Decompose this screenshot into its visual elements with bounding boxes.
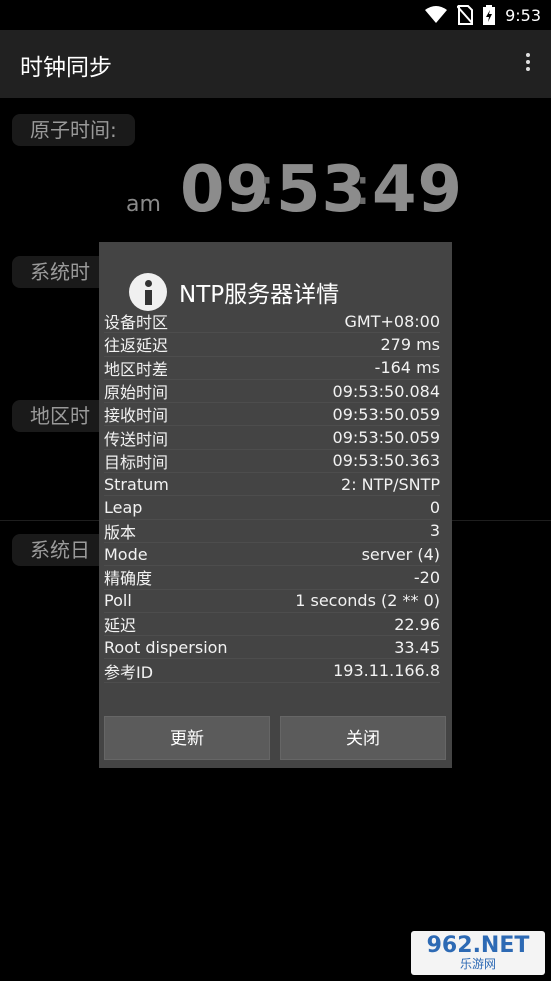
detail-label: 延迟: [104, 616, 137, 636]
status-bar: 9:53: [0, 0, 551, 30]
detail-value: 09:53:50.084: [332, 381, 440, 401]
detail-label: 往返延迟: [104, 336, 169, 356]
detail-value: 2: NTP/SNTP: [341, 474, 440, 494]
detail-row: 设备时区 GMT+08:00: [104, 310, 441, 334]
detail-row: 地区时差 -164 ms: [104, 357, 440, 380]
detail-value: 1 seconds (2 ** 0): [295, 591, 440, 611]
detail-row: 精确度 -20: [104, 566, 440, 590]
no-sim-icon: [457, 5, 474, 25]
region-time-label: 地区时: [12, 400, 108, 432]
detail-label: 设备时区: [104, 313, 169, 333]
detail-row: Leap 0: [104, 496, 440, 520]
clock-ampm: am: [126, 192, 161, 217]
system-time-label: 系统时: [12, 256, 108, 288]
ntp-details-dialog: NTP服务器详情 设备时区 GMT+08:00 往返延迟 279 ms 地区时差 -164…: [99, 242, 452, 768]
detail-row: Poll 1 seconds (2 ** 0): [104, 590, 440, 613]
detail-row: Stratum 2: NTP/SNTP: [104, 473, 440, 497]
detail-row: 参考ID 193.11.166.8: [104, 659, 440, 683]
detail-value: 0: [429, 498, 440, 518]
watermark-sub: 乐游网: [459, 957, 496, 971]
detail-row: Mode server (4): [104, 543, 440, 567]
detail-label: Mode: [104, 544, 148, 564]
detail-value: 09:53:50.059: [332, 404, 440, 424]
detail-label: Poll: [104, 591, 132, 611]
info-icon: [129, 273, 167, 311]
status-icons: 9:53: [425, 4, 541, 26]
detail-row: 传送时间 09:53:50.059: [104, 426, 440, 450]
detail-row: 接收时间 09:53:50.059: [104, 403, 440, 427]
detail-label: 传送时间: [104, 429, 169, 449]
update-button[interactable]: 更新: [104, 716, 270, 760]
detail-value: 09:53:50.363: [332, 451, 440, 471]
detail-row: Root dispersion 33.45: [104, 636, 440, 660]
detail-value: server (4): [361, 544, 440, 564]
detail-label: 精确度: [104, 569, 153, 589]
detail-row: 版本 3: [104, 520, 440, 543]
wifi-icon: [425, 6, 448, 23]
detail-value: 33.45: [394, 637, 440, 657]
detail-label: Stratum: [104, 474, 169, 494]
battery-icon: [483, 5, 496, 25]
detail-row: 延迟 22.96: [104, 613, 440, 637]
atomic-time-label: 原子时间:: [12, 114, 135, 146]
detail-row: 往返延迟 279 ms: [104, 333, 440, 357]
clock-sep-1: :: [258, 157, 276, 217]
detail-row: 目标时间 09:53:50.363: [104, 450, 440, 474]
detail-label: 接收时间: [104, 406, 169, 426]
watermark-num: 962: [426, 933, 473, 958]
detail-label: 目标时间: [104, 452, 169, 472]
overflow-menu-icon[interactable]: [523, 50, 533, 78]
dialog-header: NTP服务器详情: [129, 272, 339, 312]
detail-value: -164 ms: [374, 358, 440, 378]
watermark-brand: 962.NET: [427, 935, 530, 957]
watermark-logo: 962.NET 乐游网: [411, 931, 545, 975]
detail-value: 3: [429, 521, 440, 541]
detail-row: 原始时间 09:53:50.084: [104, 380, 440, 404]
app-bar: 时钟同步: [0, 30, 551, 98]
close-button[interactable]: 关闭: [280, 716, 446, 760]
watermark-suffix: .NET: [472, 933, 530, 958]
detail-value: GMT+08:00: [344, 311, 441, 331]
detail-value: 22.96: [394, 614, 440, 634]
detail-value: 193.11.166.8: [333, 661, 440, 681]
app-title: 时钟同步: [20, 55, 112, 81]
atomic-clock: am 09 : 53 : 49: [126, 150, 462, 230]
detail-label: Root dispersion: [104, 637, 228, 657]
detail-label: 参考ID: [104, 662, 154, 682]
clock-seconds: 49: [372, 153, 464, 227]
detail-label: Leap: [104, 498, 143, 518]
clock-sep-2: :: [354, 157, 372, 217]
detail-value: -20: [413, 567, 440, 587]
detail-value: 279 ms: [380, 334, 440, 354]
dialog-title: NTP服务器详情: [179, 282, 340, 308]
detail-value: 09:53:50.059: [332, 428, 440, 448]
details-list: 设备时区 GMT+08:00 往返延迟 279 ms 地区时差 -164 ms 原始时间 09…: [104, 310, 440, 683]
status-time: 9:53: [505, 5, 541, 25]
detail-label: 原始时间: [104, 383, 169, 403]
system-date-label: 系统日: [12, 534, 108, 566]
detail-label: 地区时差: [104, 359, 169, 379]
detail-label: 版本: [104, 522, 137, 542]
